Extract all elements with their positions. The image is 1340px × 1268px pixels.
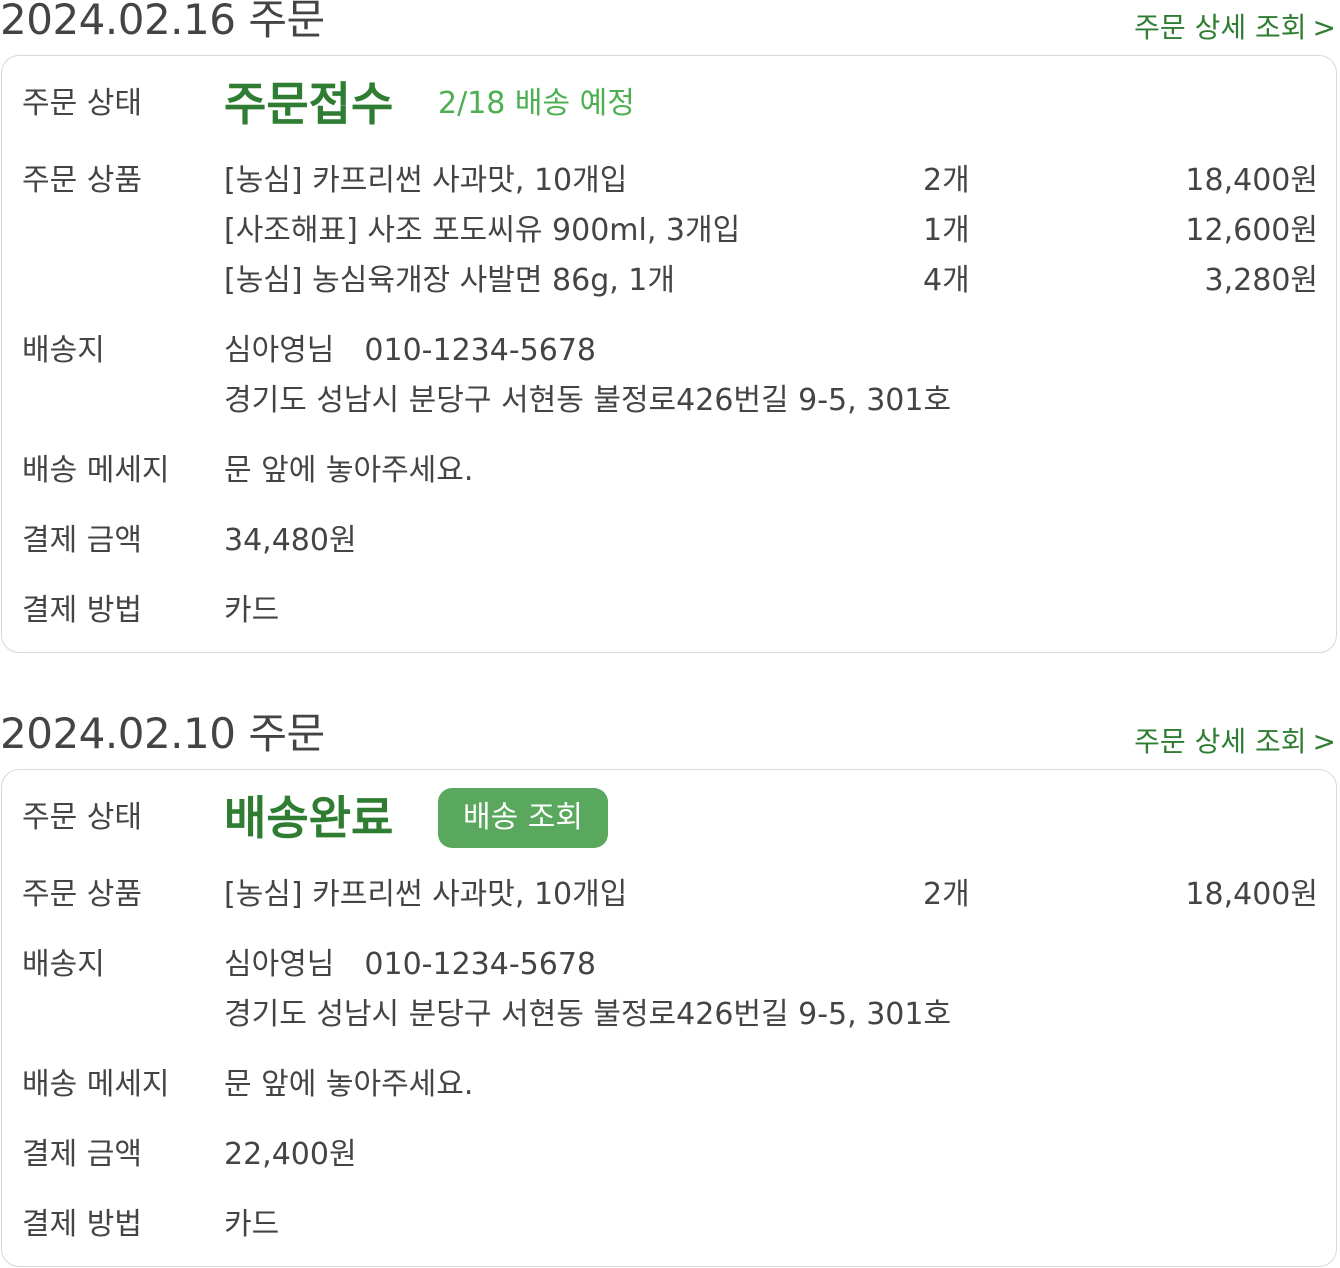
payment-method-row: 결제 방법 카드 (2, 586, 1336, 636)
order-status-label: 주문 상태 (22, 800, 142, 835)
product-quantity: 1개 (923, 213, 970, 248)
product-line: [사조해표] 사조 포도씨유 900ml, 3개입 1개 12,600원 (2, 206, 1336, 256)
delivery-message-label: 배송 메세지 (22, 453, 170, 488)
payment-amount-label: 결제 금액 (22, 523, 142, 558)
shipping-address: 경기도 성남시 분당구 서현동 불정로426번길 9-5, 301호 (224, 997, 952, 1032)
order-date-heading: 2024.02.16 주문 (0, 0, 325, 44)
chevron-right-icon: > (1312, 725, 1336, 758)
recipient-name: 심아영님 (224, 333, 335, 368)
payment-method-row: 결제 방법 카드 (2, 1200, 1336, 1250)
product-name: [농심] 농심육개장 사발면 86g, 1개 (224, 263, 675, 298)
order-card-1: 2024.02.16 주문 주문 상세 조회 > 주문 상태 주문접수 2/18 … (0, 0, 1340, 653)
order-header: 2024.02.16 주문 주문 상세 조회 > (0, 0, 1340, 55)
product-name: [농심] 카프리썬 사과맛, 10개입 (224, 877, 628, 912)
shipping-address-label: 배송지 (22, 947, 105, 982)
payment-method-label: 결제 방법 (22, 593, 142, 628)
payment-amount-label: 결제 금액 (22, 1137, 142, 1172)
payment-method: 카드 (224, 593, 280, 628)
recipient-line: 심아영님 010-1234-5678 (224, 940, 596, 990)
order-card-2: 2024.02.10 주문 주문 상세 조회 > 주문 상태 배송완료 배송 조회… (0, 709, 1340, 1267)
product-line: [농심] 농심육개장 사발면 86g, 1개 4개 3,280원 (2, 256, 1336, 306)
product-price: 18,400원 (1185, 163, 1318, 198)
order-status-value: 배송완료 (224, 791, 394, 845)
delivery-message-row: 배송 메세지 문 앞에 놓아주세요. (2, 446, 1336, 496)
delivery-message: 문 앞에 놓아주세요. (224, 1067, 474, 1102)
order-products-row: 주문 상품 [농심] 카프리썬 사과맛, 10개입 2개 18,400원 [사조… (2, 156, 1336, 306)
recipient-phone: 010-1234-5678 (364, 947, 597, 982)
delivery-message-row: 배송 메세지 문 앞에 놓아주세요. (2, 1060, 1336, 1110)
order-header: 2024.02.10 주문 주문 상세 조회 > (0, 709, 1340, 769)
product-price: 3,280원 (1204, 263, 1318, 298)
order-info-card: 주문 상태 배송완료 배송 조회 주문 상품 [농심] 카프리썬 사과맛, 10… (1, 769, 1337, 1267)
shipping-address: 경기도 성남시 분당구 서현동 불정로426번길 9-5, 301호 (224, 383, 952, 418)
chevron-right-icon: > (1312, 11, 1336, 44)
track-delivery-button[interactable]: 배송 조회 (438, 788, 608, 848)
order-status-value: 주문접수 (224, 77, 394, 131)
recipient-phone: 010-1234-5678 (364, 333, 597, 368)
payment-method-label: 결제 방법 (22, 1207, 142, 1242)
payment-amount-row: 결제 금액 22,400원 (2, 1130, 1336, 1180)
delivery-message-label: 배송 메세지 (22, 1067, 170, 1102)
product-quantity: 2개 (923, 877, 970, 912)
product-quantity: 4개 (923, 263, 970, 298)
shipping-address-row: 배송지 심아영님 010-1234-5678 경기도 성남시 분당구 서현동 불정… (2, 326, 1336, 426)
delivery-eta: 2/18 배송 예정 (438, 86, 635, 121)
order-detail-link[interactable]: 주문 상세 조회 > (1134, 10, 1336, 46)
product-name: [농심] 카프리썬 사과맛, 10개입 (224, 163, 628, 198)
payment-amount: 22,400원 (224, 1137, 357, 1172)
recipient-line: 심아영님 010-1234-5678 (224, 326, 596, 376)
order-date-heading: 2024.02.10 주문 (0, 709, 325, 758)
product-price: 12,600원 (1185, 213, 1318, 248)
order-status-row: 주문 상태 주문접수 2/18 배송 예정 (2, 74, 1336, 134)
product-name: [사조해표] 사조 포도씨유 900ml, 3개입 (224, 213, 741, 248)
order-detail-link-label: 주문 상세 조회 (1134, 11, 1307, 44)
order-detail-link[interactable]: 주문 상세 조회 > (1134, 724, 1336, 760)
product-price: 18,400원 (1185, 877, 1318, 912)
payment-amount-row: 결제 금액 34,480원 (2, 516, 1336, 566)
order-detail-link-label: 주문 상세 조회 (1134, 725, 1307, 758)
shipping-address-row: 배송지 심아영님 010-1234-5678 경기도 성남시 분당구 서현동 불정… (2, 940, 1336, 1040)
order-status-row: 주문 상태 배송완료 배송 조회 (2, 788, 1336, 848)
payment-method: 카드 (224, 1207, 280, 1242)
order-info-card: 주문 상태 주문접수 2/18 배송 예정 주문 상품 [농심] 카프리썬 사과… (1, 55, 1337, 653)
product-line: [농심] 카프리썬 사과맛, 10개입 2개 18,400원 (2, 870, 1336, 920)
order-products-row: 주문 상품 [농심] 카프리썬 사과맛, 10개입 2개 18,400원 (2, 870, 1336, 920)
order-status-label: 주문 상태 (22, 86, 142, 121)
delivery-message: 문 앞에 놓아주세요. (224, 453, 474, 488)
shipping-address-label: 배송지 (22, 333, 105, 368)
product-line: [농심] 카프리썬 사과맛, 10개입 2개 18,400원 (2, 156, 1336, 206)
recipient-name: 심아영님 (224, 947, 335, 982)
product-quantity: 2개 (923, 163, 970, 198)
payment-amount: 34,480원 (224, 523, 357, 558)
